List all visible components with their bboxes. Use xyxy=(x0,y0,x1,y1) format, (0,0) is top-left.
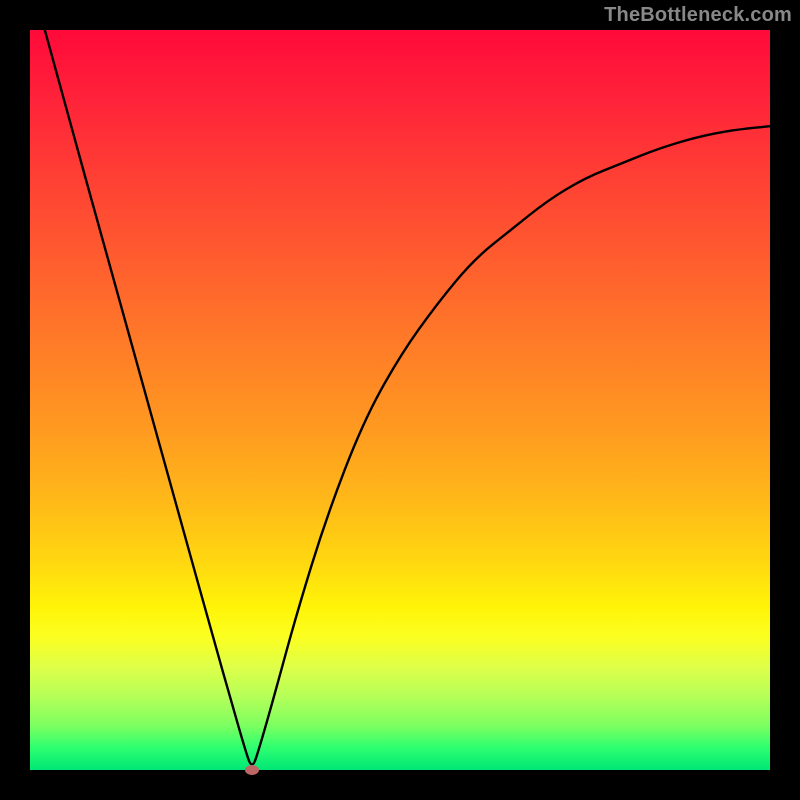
curve-path xyxy=(45,30,770,764)
bottleneck-curve xyxy=(30,30,770,770)
plot-area xyxy=(30,30,770,770)
min-marker xyxy=(245,765,259,775)
watermark-text: TheBottleneck.com xyxy=(604,4,792,27)
chart-stage: TheBottleneck.com xyxy=(0,0,800,800)
